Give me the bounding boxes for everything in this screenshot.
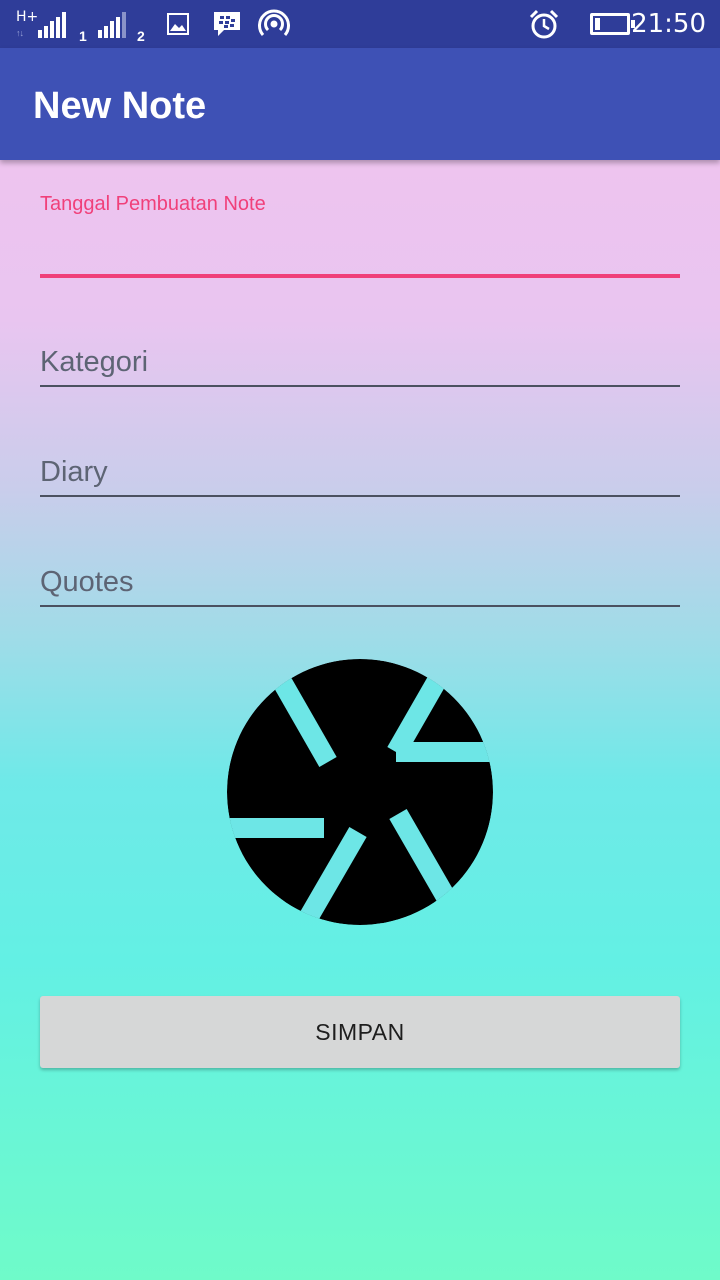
kategori-field[interactable]: Kategori <box>40 340 680 390</box>
status-bar: H+ ↑↓ 1 2 21:50 <box>0 0 720 48</box>
date-field-underline <box>40 274 680 278</box>
quotes-placeholder: Quotes <box>40 566 134 598</box>
sim1-label: 1 <box>79 28 87 44</box>
note-form: Tanggal Pembuatan Note Kategori Diary Qu… <box>0 160 720 1280</box>
date-field[interactable]: Tanggal Pembuatan Note <box>40 193 680 283</box>
diary-field[interactable]: Diary <box>40 450 680 500</box>
app-bar: New Note <box>0 48 720 160</box>
kategori-field-underline <box>40 385 680 387</box>
battery-level <box>595 18 600 30</box>
save-button[interactable]: SIMPAN <box>40 996 680 1068</box>
network-activity-icon: ↑↓ <box>16 28 24 38</box>
page-title: New Note <box>33 85 207 127</box>
camera-aperture-icon[interactable] <box>226 658 494 926</box>
signal-icon <box>98 12 126 38</box>
quotes-field-underline <box>40 605 680 607</box>
hotspot-icon <box>258 9 290 36</box>
clock: 21:50 <box>631 9 706 39</box>
sim2-label: 2 <box>137 28 145 44</box>
diary-placeholder: Diary <box>40 456 108 488</box>
quotes-field[interactable]: Quotes <box>40 560 680 610</box>
bbm-icon <box>214 12 240 36</box>
battery-icon <box>590 13 635 35</box>
signal-icon <box>38 12 66 38</box>
date-field-label: Tanggal Pembuatan Note <box>40 193 266 215</box>
kategori-placeholder: Kategori <box>40 346 149 378</box>
image-notification-icon <box>167 13 189 35</box>
alarm-icon <box>529 9 559 39</box>
diary-field-underline <box>40 495 680 497</box>
network-type: H+ <box>16 9 39 25</box>
